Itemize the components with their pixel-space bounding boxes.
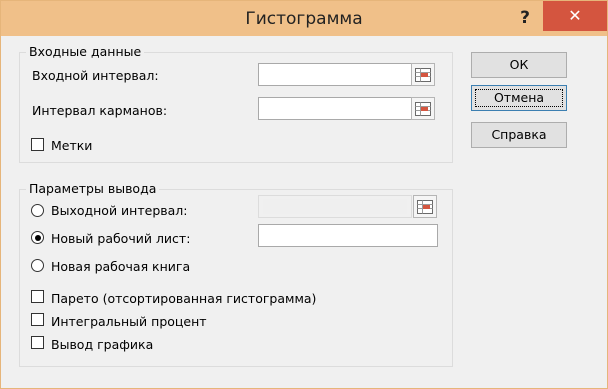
- new-sheet-label[interactable]: Новый рабочий лист:: [51, 231, 190, 246]
- new-workbook-label[interactable]: Новая рабочая книга: [51, 259, 190, 274]
- chart-output-label[interactable]: Вывод графика: [51, 337, 153, 352]
- output-range-radio[interactable]: [31, 204, 44, 217]
- input-group-title: Входные данные: [26, 44, 145, 59]
- bin-range-field[interactable]: [258, 97, 412, 120]
- close-button[interactable]: ✕: [543, 1, 607, 31]
- range-select-icon: [415, 102, 431, 116]
- help-button[interactable]: Справка: [471, 122, 567, 148]
- output-range-field: [258, 195, 412, 218]
- help-question-button[interactable]: ?: [510, 5, 540, 31]
- histogram-dialog: Гистограмма ? ✕ Входные данные Входной и…: [0, 0, 608, 389]
- cancel-button[interactable]: Отмена: [471, 85, 567, 111]
- output-range-ref-button[interactable]: [413, 195, 437, 218]
- cumulative-percent-checkbox[interactable]: [31, 313, 44, 326]
- chart-output-checkbox[interactable]: [31, 336, 44, 349]
- pareto-label[interactable]: Парето (отсортированная гистограмма): [51, 291, 316, 306]
- title-bar: Гистограмма ? ✕: [1, 1, 607, 36]
- new-sheet-field[interactable]: [258, 224, 438, 247]
- labels-checkbox-label[interactable]: Метки: [51, 138, 92, 153]
- ok-button[interactable]: ОК: [471, 52, 567, 78]
- bin-range-ref-button[interactable]: [411, 97, 435, 120]
- range-select-icon: [415, 68, 431, 82]
- pareto-checkbox[interactable]: [31, 290, 44, 303]
- new-workbook-radio[interactable]: [31, 259, 44, 272]
- range-select-icon: [417, 200, 433, 214]
- close-icon: ✕: [568, 6, 582, 25]
- focus-ring: [475, 89, 563, 107]
- input-range-field[interactable]: [258, 63, 412, 86]
- output-range-label[interactable]: Выходной интервал:: [51, 203, 187, 218]
- input-range-ref-button[interactable]: [411, 63, 435, 86]
- output-group-title: Параметры вывода: [26, 181, 160, 196]
- bin-range-label: Интервал карманов:: [32, 103, 168, 118]
- input-range-label: Входной интервал:: [32, 68, 159, 83]
- new-sheet-radio[interactable]: [31, 231, 44, 244]
- cumulative-percent-label[interactable]: Интегральный процент: [51, 314, 207, 329]
- labels-checkbox[interactable]: [31, 138, 44, 151]
